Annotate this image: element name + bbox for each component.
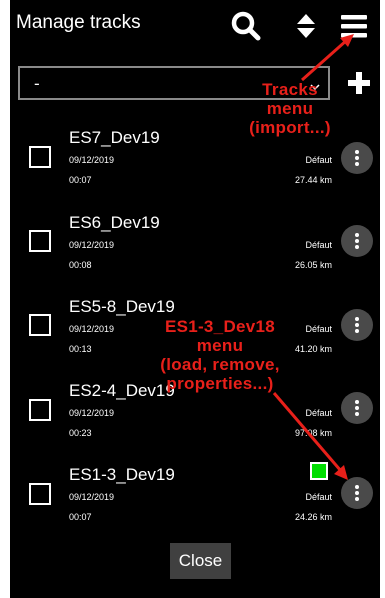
- tracks-menu-annotation: Tracks menu (import...): [232, 80, 348, 137]
- track-more-button[interactable]: [341, 225, 373, 257]
- track-distance: 97.08 km: [294, 428, 332, 438]
- more-vert-icon: [355, 317, 359, 333]
- track-duration: 00:13: [69, 344, 92, 354]
- filter-value: -: [34, 74, 40, 93]
- track-duration: 00:23: [69, 428, 92, 438]
- search-icon[interactable]: [228, 8, 264, 44]
- track-row: ES6_Dev19 09/12/2019 00:08 Défaut 26.05 …: [10, 213, 380, 293]
- track-date: 09/12/2019: [69, 408, 115, 418]
- page-title: Manage tracks: [16, 12, 141, 33]
- close-button[interactable]: Close: [170, 543, 231, 579]
- track-distance: 26.05 km: [294, 260, 332, 270]
- track-distance: 41.20 km: [294, 344, 332, 354]
- track-name: ES1-3_Dev19: [69, 465, 175, 484]
- track-category: Défaut: [305, 492, 332, 502]
- track-more-button[interactable]: [341, 142, 373, 174]
- track-row: ES2-4_Dev19 09/12/2019 00:23 Défaut 97.0…: [10, 381, 380, 461]
- track-category: Défaut: [305, 155, 332, 165]
- annotation-line: (load, remove,: [160, 355, 280, 374]
- more-vert-icon: [355, 233, 359, 249]
- track-name: ES5-8_Dev19: [69, 297, 175, 316]
- track-more-button[interactable]: [341, 477, 373, 509]
- annotation-line: ES1-3_Dev18: [164, 317, 276, 336]
- track-checkbox[interactable]: [29, 483, 51, 505]
- track-checkbox[interactable]: [29, 399, 51, 421]
- annotation-line: Tracks: [262, 80, 318, 99]
- more-vert-icon: [355, 150, 359, 166]
- track-duration: 00:08: [69, 260, 92, 270]
- track-duration: 00:07: [69, 512, 92, 522]
- track-checkbox[interactable]: [29, 230, 51, 252]
- more-vert-icon: [355, 485, 359, 501]
- track-name: ES7_Dev19: [69, 128, 160, 147]
- track-date: 09/12/2019: [69, 240, 115, 250]
- track-checkbox[interactable]: [29, 314, 51, 336]
- sort-icon[interactable]: [288, 8, 324, 44]
- add-track-button[interactable]: [344, 66, 374, 100]
- plus-icon: [348, 72, 370, 94]
- track-category: Défaut: [305, 408, 332, 418]
- more-vert-icon: [355, 400, 359, 416]
- annotation-line: menu: [266, 99, 314, 118]
- track-more-button[interactable]: [341, 309, 373, 341]
- track-name: ES6_Dev19: [69, 213, 160, 232]
- track-date: 09/12/2019: [69, 155, 115, 165]
- track-menu-annotation: ES1-3_Dev18 menu (load, remove, properti…: [140, 317, 300, 393]
- track-category: Défaut: [305, 324, 332, 334]
- menu-icon[interactable]: [336, 8, 372, 44]
- track-distance: 27.44 km: [294, 175, 332, 185]
- header-bar: Manage tracks: [10, 0, 380, 50]
- annotation-line: (import...): [249, 118, 331, 137]
- track-date: 09/12/2019: [69, 492, 115, 502]
- annotation-line: properties...): [166, 374, 274, 393]
- track-category: Défaut: [305, 240, 332, 250]
- manage-tracks-screen: Manage tracks - ES7_Dev19 09/12/2019 00:…: [10, 0, 380, 598]
- track-row: ES7_Dev19 09/12/2019 00:07 Défaut 27.44 …: [10, 128, 380, 208]
- annotation-line: menu: [196, 336, 244, 355]
- track-more-button[interactable]: [341, 392, 373, 424]
- track-date: 09/12/2019: [69, 324, 115, 334]
- track-duration: 00:07: [69, 175, 92, 185]
- track-checkbox[interactable]: [29, 146, 51, 168]
- track-row: ES1-3_Dev19 09/12/2019 00:07 Défaut 24.2…: [10, 462, 380, 545]
- track-distance: 24.26 km: [294, 512, 332, 522]
- track-color-swatch[interactable]: [310, 462, 328, 480]
